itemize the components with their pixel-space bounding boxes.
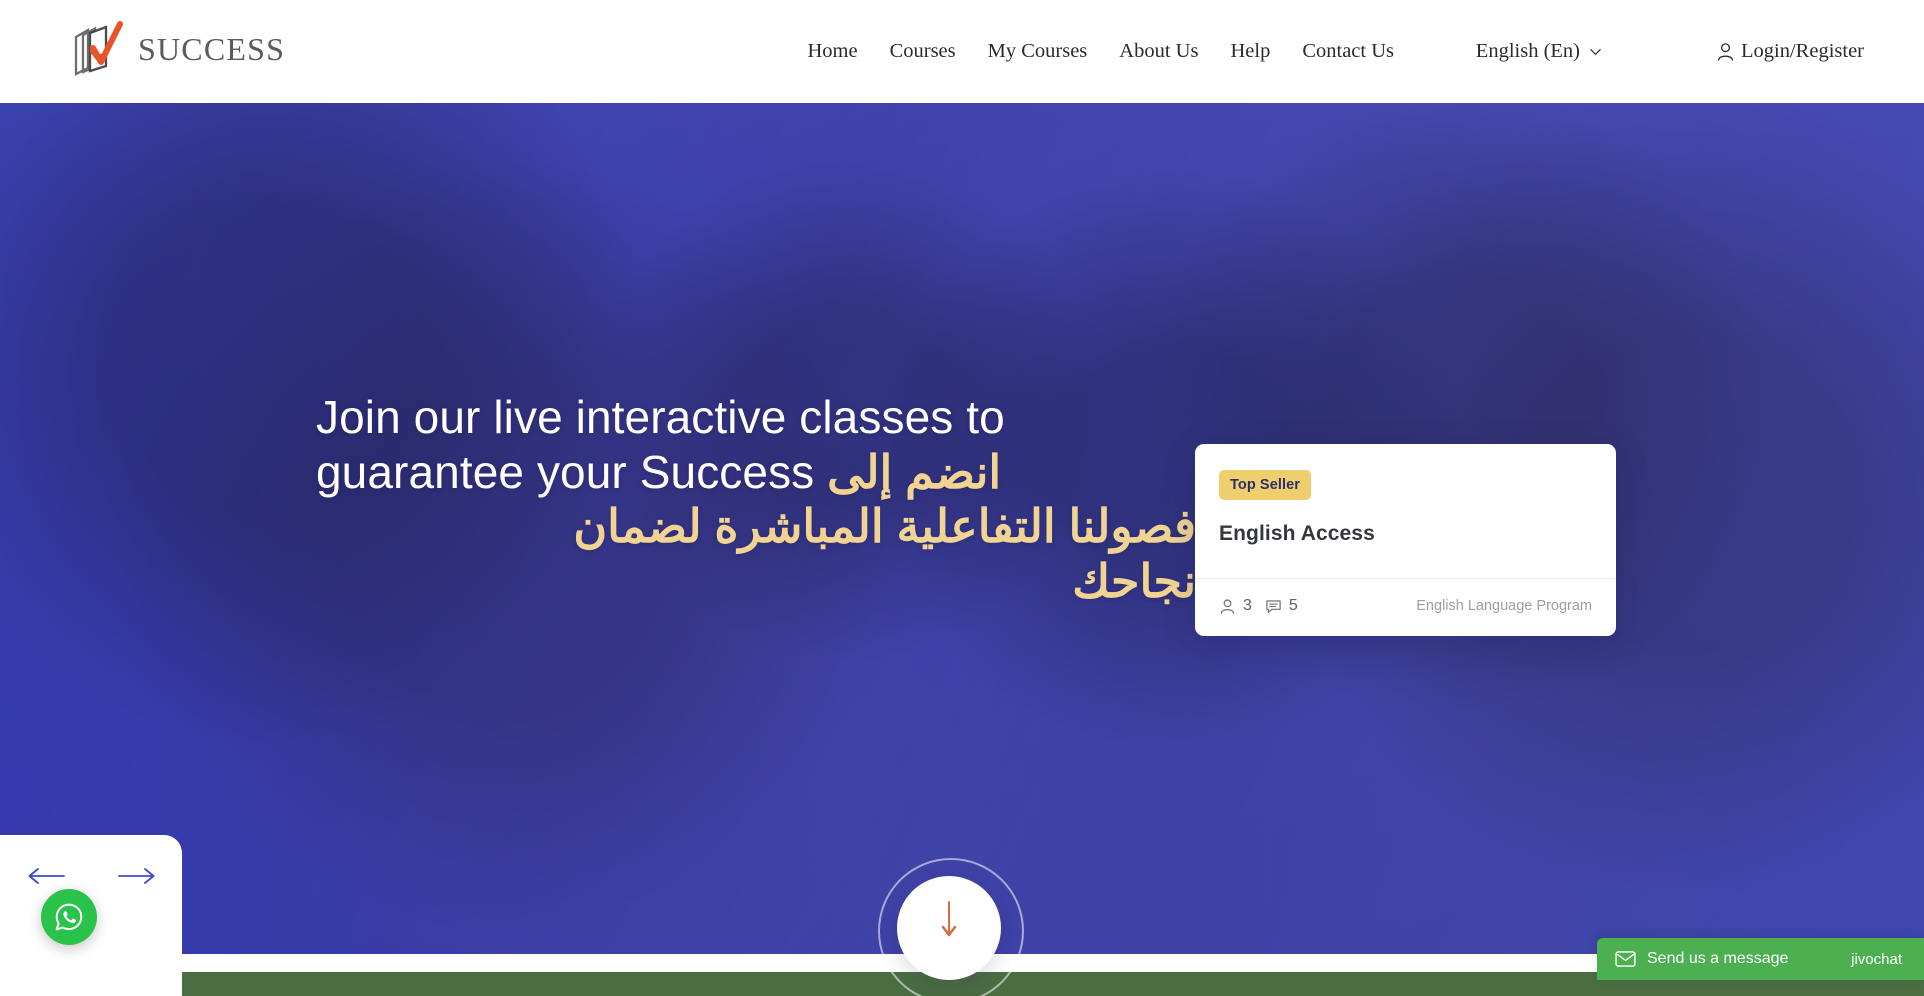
stat-comments-value: 5 <box>1288 597 1298 614</box>
user-icon <box>1718 43 1733 61</box>
hero-slider: Join our live interactive classes to gua… <box>0 103 1924 954</box>
whatsapp-fab[interactable] <box>41 889 97 945</box>
status-badge-top-seller: Top Seller <box>1219 470 1312 500</box>
hero-headline-en-part: guarantee your Success <box>316 445 815 498</box>
stat-students-value: 3 <box>1243 597 1252 614</box>
site-header: SUCCESS Home Courses My Courses About Us… <box>0 0 1924 103</box>
language-label: English (En) <box>1475 40 1580 62</box>
arrow-right-icon <box>117 868 154 884</box>
brand-logo[interactable]: SUCCESS <box>70 16 285 84</box>
hero-headline-ar-part: انضم إلى <box>827 445 1002 498</box>
nav-item-contact-us[interactable]: Contact Us <box>1286 0 1410 103</box>
book-check-logo-icon <box>74 21 123 76</box>
login-register-link[interactable]: Login/Register <box>1717 0 1864 103</box>
course-card-footer: 3 5 English Language Program <box>1195 578 1616 636</box>
hero-headline-line-2: guarantee your Success انضم إلى <box>316 445 1196 500</box>
brand-name: SUCCESS <box>138 31 286 67</box>
hero-headline-ar-line-3: نجاحك <box>1072 555 1196 608</box>
nav-item-about-us[interactable]: About Us <box>1103 0 1214 103</box>
slider-next-button[interactable] <box>114 863 160 889</box>
language-selector[interactable]: English (En) <box>1476 0 1602 103</box>
nav-item-help[interactable]: Help <box>1214 0 1286 103</box>
hero-headline-line-1: Join our live interactive classes to <box>316 391 1005 443</box>
comment-icon <box>1266 599 1281 613</box>
login-register-label: Login/Register <box>1741 40 1864 62</box>
course-card[interactable]: Top Seller English Access 3 5 English La… <box>1195 444 1616 636</box>
chevron-down-icon <box>1590 49 1601 55</box>
chat-widget-brand: jivochat <box>1851 950 1902 968</box>
page-scrollbar[interactable] <box>1920 0 1924 996</box>
nav-item-home[interactable]: Home <box>791 0 873 103</box>
stat-comments: 5 <box>1265 597 1298 615</box>
nav-item-courses[interactable]: Courses <box>874 0 972 103</box>
scroll-down-button[interactable] <box>897 876 1001 980</box>
course-card-body: Top Seller English Access <box>1195 444 1616 578</box>
nav-item-my-courses[interactable]: My Courses <box>972 0 1104 103</box>
main-navigation: Home Courses My Courses About Us Help Co… <box>791 0 1410 103</box>
user-icon <box>1220 598 1235 614</box>
chat-widget-bar[interactable]: Send us a message jivochat <box>1597 938 1924 980</box>
slider-arrows <box>0 863 182 889</box>
arrow-down-icon <box>941 901 957 937</box>
stat-students: 3 <box>1219 597 1252 615</box>
hero-copy: Join our live interactive classes to gua… <box>316 390 1196 609</box>
course-card-title: English Access <box>1219 522 1375 545</box>
chat-widget-label: Send us a message <box>1647 950 1789 967</box>
hero-headline-ar-line-2: فصولنا التفاعلية المباشرة لضمان <box>573 500 1196 553</box>
course-card-stats: 3 5 <box>1219 597 1298 615</box>
course-card-category: English Language Program <box>1416 598 1592 614</box>
chat-widget-message: Send us a message <box>1597 950 1788 968</box>
whatsapp-icon <box>55 903 83 931</box>
envelope-icon <box>1615 951 1636 967</box>
slider-prev-button[interactable] <box>23 863 69 889</box>
arrow-left-icon <box>28 868 65 884</box>
page-root: SUCCESS Home Courses My Courses About Us… <box>0 0 1924 996</box>
